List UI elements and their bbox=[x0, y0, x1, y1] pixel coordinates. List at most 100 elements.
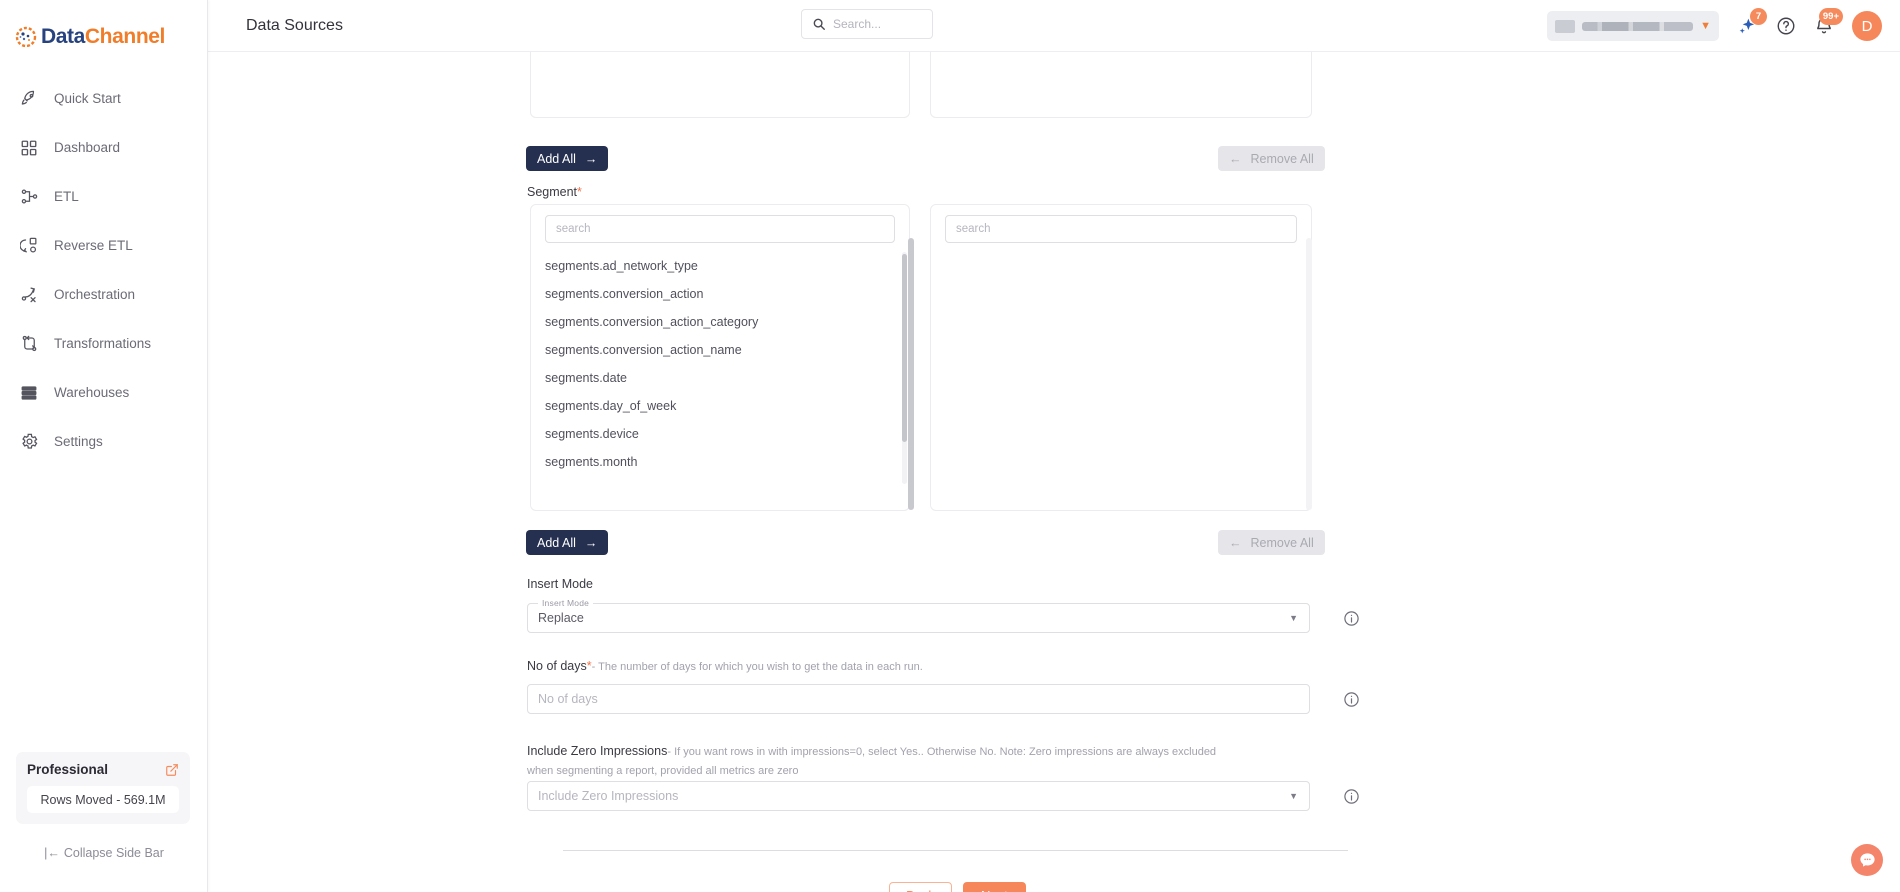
sidebar-item-quick-start[interactable]: Quick Start bbox=[0, 74, 207, 123]
dropdown-arrow-icon: ▼ bbox=[1289, 791, 1298, 801]
add-all-button-segment[interactable]: Add All → bbox=[526, 530, 609, 555]
etl-icon bbox=[18, 186, 40, 208]
warehouse-icon bbox=[18, 382, 40, 404]
transformations-icon bbox=[18, 333, 40, 355]
app-logo[interactable]: DataChannel bbox=[0, 0, 207, 58]
no-of-days-label: No of days*- The number of days for whic… bbox=[527, 659, 923, 673]
segment-selected-search-placeholder: search bbox=[956, 223, 991, 235]
insert-mode-info-icon[interactable] bbox=[1343, 610, 1360, 627]
sidebar-item-label: Orchestration bbox=[54, 287, 136, 302]
include-zero-impressions-label-text: Include Zero Impressions bbox=[527, 744, 668, 758]
include-zero-impressions-placeholder: Include Zero Impressions bbox=[538, 789, 679, 803]
list-item[interactable]: segments.day_of_week bbox=[531, 392, 909, 420]
page-scroll-track-right[interactable] bbox=[1306, 238, 1312, 510]
arrow-left-icon: ← bbox=[1229, 151, 1242, 166]
page-scroll-thumb-left[interactable] bbox=[908, 238, 914, 510]
sidebar-item-label: Dashboard bbox=[54, 140, 121, 155]
list-item[interactable]: segments.month bbox=[531, 448, 909, 476]
notifications-badge: 99+ bbox=[1818, 8, 1843, 25]
global-search-placeholder: Search... bbox=[833, 17, 882, 31]
reverse-etl-icon bbox=[18, 235, 40, 257]
sidebar-item-orchestration[interactable]: Orchestration bbox=[0, 270, 207, 319]
rows-moved-value: Rows Moved - 569.1M bbox=[27, 786, 179, 813]
segment-available-list[interactable]: segments.ad_network_type segments.conver… bbox=[531, 252, 909, 484]
include-zero-impressions-select[interactable]: Include Zero Impressions ▼ bbox=[527, 781, 1310, 811]
notifications-button[interactable]: 99+ bbox=[1814, 8, 1843, 36]
sidebar-item-label: Settings bbox=[54, 434, 103, 449]
sparkle-badge: 7 bbox=[1750, 7, 1767, 25]
remove-all-button-metrics[interactable]: ← Remove All bbox=[1218, 146, 1325, 171]
chat-support-button[interactable] bbox=[1851, 844, 1883, 876]
no-of-days-info-icon[interactable] bbox=[1343, 691, 1360, 708]
plan-card: Professional Rows Moved - 569.1M bbox=[16, 752, 190, 824]
collapse-sidebar-button[interactable]: |← Collapse Side Bar bbox=[0, 846, 208, 860]
sidebar-item-label: ETL bbox=[54, 189, 79, 204]
sidebar-item-dashboard[interactable]: Dashboard bbox=[0, 123, 207, 172]
global-search[interactable]: Search... bbox=[801, 9, 933, 39]
chat-bubble-icon bbox=[1859, 852, 1875, 867]
list-item[interactable]: segments.date bbox=[531, 364, 909, 392]
sidebar-item-label: Quick Start bbox=[54, 91, 121, 106]
logo-text-channel: Channel bbox=[84, 25, 165, 48]
segment-available-search[interactable]: search bbox=[545, 215, 895, 243]
sidebar-item-label: Transformations bbox=[54, 336, 152, 351]
list-item[interactable]: segments.device bbox=[531, 420, 909, 448]
arrow-right-icon: → bbox=[584, 151, 598, 166]
search-icon bbox=[812, 17, 826, 31]
external-link-icon[interactable] bbox=[165, 763, 179, 777]
add-all-button-metrics[interactable]: Add All → bbox=[526, 146, 609, 171]
remove-all-button-segment[interactable]: ← Remove All bbox=[1218, 530, 1325, 555]
previous-field-panel-right bbox=[930, 52, 1312, 118]
include-zero-impressions-info-icon[interactable] bbox=[1343, 788, 1360, 805]
insert-mode-select[interactable]: Insert Mode Replace ▼ bbox=[527, 598, 1310, 633]
segment-label-text: Segment bbox=[527, 185, 578, 199]
segment-available-search-placeholder: search bbox=[556, 223, 591, 235]
include-zero-impressions-label: Include Zero Impressions- If you want ro… bbox=[527, 742, 1227, 780]
list-item[interactable]: segments.conversion_action_category bbox=[531, 308, 909, 336]
list-item[interactable]: segments.conversion_action bbox=[531, 280, 909, 308]
avatar[interactable]: D bbox=[1852, 11, 1882, 41]
sidebar-item-transformations[interactable]: Transformations bbox=[0, 319, 207, 368]
insert-mode-value: Replace bbox=[538, 611, 584, 625]
top-bar-actions: ▼ 7 99+ D bbox=[1547, 0, 1882, 52]
no-of-days-input[interactable]: No of days bbox=[527, 684, 1310, 714]
add-all-label: Add All bbox=[537, 151, 576, 166]
collapse-left-icon: |← bbox=[44, 846, 60, 860]
no-of-days-label-text: No of days bbox=[527, 659, 587, 673]
list-item[interactable]: segments.conversion_action_name bbox=[531, 336, 909, 364]
logo-text-data: Data bbox=[41, 25, 85, 48]
help-button[interactable] bbox=[1776, 16, 1796, 36]
segment-field-label: Segment* bbox=[527, 185, 582, 199]
sidebar-item-settings[interactable]: Settings bbox=[0, 417, 207, 466]
help-circle-icon bbox=[1777, 17, 1795, 35]
page-title: Data Sources bbox=[246, 16, 343, 34]
sparkle-ai-button[interactable]: 7 bbox=[1737, 7, 1767, 37]
next-button[interactable]: Next bbox=[963, 882, 1026, 892]
list-item[interactable]: segments.quarter bbox=[531, 476, 909, 484]
remove-all-label: Remove All bbox=[1250, 151, 1314, 166]
app-root: DataChannel Quick Start Dashboard ETL Re… bbox=[0, 0, 1900, 892]
segment-selected-panel: search bbox=[930, 204, 1312, 511]
sidebar-item-etl[interactable]: ETL bbox=[0, 172, 207, 221]
top-bar: Data Sources Search... ▼ 7 99+ D bbox=[208, 0, 1900, 52]
back-button[interactable]: Back bbox=[889, 882, 952, 892]
rocket-icon bbox=[18, 88, 40, 110]
sidebar-item-reverse-etl[interactable]: Reverse ETL bbox=[0, 221, 207, 270]
gear-icon bbox=[18, 431, 40, 453]
sidebar-nav: Quick Start Dashboard ETL Reverse ETL Or… bbox=[0, 74, 207, 466]
chevron-down-icon: ▼ bbox=[1700, 20, 1711, 32]
form-content: Add All → ← Remove All Segment* search s… bbox=[208, 52, 1900, 892]
segment-available-scroll-thumb[interactable] bbox=[902, 254, 907, 442]
grid-icon bbox=[18, 137, 40, 159]
main-area: Data Sources Search... ▼ 7 99+ D Add All… bbox=[208, 0, 1900, 892]
dropdown-arrow-icon: ▼ bbox=[1289, 613, 1298, 623]
workspace-logo bbox=[1555, 19, 1575, 33]
segment-selected-search[interactable]: search bbox=[945, 215, 1297, 243]
list-item[interactable]: segments.ad_network_type bbox=[531, 252, 909, 280]
segment-selected-list[interactable] bbox=[931, 252, 1311, 484]
insert-mode-label: Insert Mode bbox=[527, 577, 594, 591]
orchestration-icon bbox=[18, 284, 40, 306]
workspace-selector[interactable]: ▼ bbox=[1547, 11, 1719, 41]
sidebar-item-warehouses[interactable]: Warehouses bbox=[0, 368, 207, 417]
previous-field-panel-left bbox=[530, 52, 910, 118]
